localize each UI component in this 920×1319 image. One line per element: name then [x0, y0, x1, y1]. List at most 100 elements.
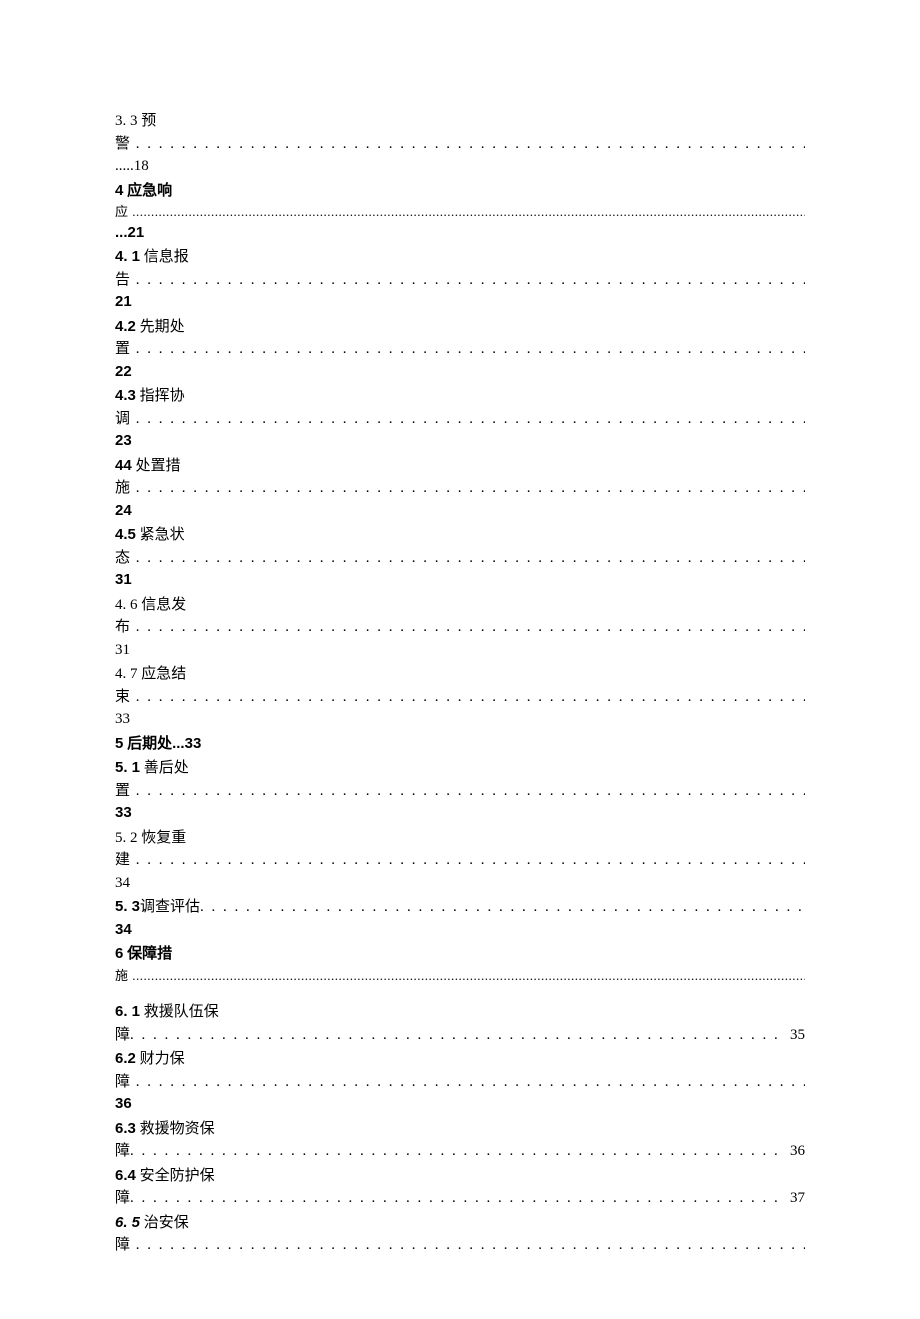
toc-entry-header: 4.3 指挥协 [115, 385, 805, 408]
toc-title: 应急响 [127, 182, 172, 199]
toc-leader-line: 施 ......................................… [115, 966, 805, 986]
toc-title-tail: 施 [115, 968, 129, 983]
toc-entry: 44 处置措施 . . . . . . . . . . . . . . . . … [115, 455, 805, 523]
toc-title: 处置措 [135, 458, 180, 474]
toc-page-number: 24 [115, 500, 805, 523]
toc-page-number: 33 [115, 802, 805, 825]
toc-title: 预 [141, 113, 156, 129]
toc-title: 后期处...33 [127, 735, 201, 752]
toc-entry: 6. 5 治安保障 . . . . . . . . . . . . . . . … [115, 1212, 805, 1257]
toc-entry-header: 6. 5 治安保 [115, 1212, 805, 1235]
toc-number: 6.4 [115, 1167, 136, 1184]
toc-title-tail: 障 [115, 1024, 130, 1047]
toc-entry-header: 5. 2 恢复重 [115, 827, 805, 850]
toc-page-number: ...21 [115, 222, 805, 245]
toc-page-number: 31 [115, 569, 805, 592]
toc-leader-dots: . . . . . . . . . . . . . . . . . . . . … [130, 411, 805, 427]
toc-leader-dots: ........................................… [129, 968, 805, 983]
toc-leader-line: 障 . . . . . . . . . . . . . . . . . . . … [115, 1024, 805, 1047]
toc-number: 4. 6 [115, 597, 138, 613]
toc-title-tail: 告 [115, 272, 130, 288]
toc-leader-dots: . . . . . . . . . . . . . . . . . . . . … [130, 783, 805, 799]
toc-number: 44 [115, 457, 132, 474]
toc-entry-header: 5. 3 调查评估. . . . . . . . . . . . . . . .… [115, 896, 805, 919]
toc-leader-line: 施 . . . . . . . . . . . . . . . . . . . … [115, 477, 805, 500]
toc-entry: 6.4 安全防护保障 . . . . . . . . . . . . . . .… [115, 1165, 805, 1210]
toc-page-number: 37 [786, 1187, 805, 1210]
toc-entry: 4.5 紧急状态 . . . . . . . . . . . . . . . .… [115, 524, 805, 592]
toc-title-tail: 态 [115, 550, 130, 566]
toc-leader-line: 告 . . . . . . . . . . . . . . . . . . . … [115, 269, 805, 292]
toc-title: 应急结 [141, 666, 186, 682]
toc-entry: 6 保障措施 .................................… [115, 943, 805, 999]
toc-title: 保障措 [127, 945, 172, 962]
toc-number: 5. 1 [115, 759, 140, 776]
toc-leader-dots: . . . . . . . . . . . . . . . . . . . . … [130, 480, 805, 496]
toc-title: 救援物资保 [140, 1121, 215, 1137]
toc-number: 4 [115, 182, 123, 199]
toc-entry: 5. 3 调查评估. . . . . . . . . . . . . . . .… [115, 896, 805, 941]
toc-leader-dots: . . . . . . . . . . . . . . . . . . . . … [130, 272, 805, 288]
toc-title-tail: 置 [115, 783, 130, 799]
toc-title-tail: 障 [115, 1074, 130, 1090]
toc-page-number: 22 [115, 361, 805, 384]
toc-entry: 4. 1 信息报告 . . . . . . . . . . . . . . . … [115, 246, 805, 314]
toc-leader-dots: . . . . . . . . . . . . . . . . . . . . … [130, 550, 805, 566]
toc-entry-header: 4. 1 信息报 [115, 246, 805, 269]
toc-entry-header: 6 保障措 [115, 943, 805, 966]
toc-number: 4. 1 [115, 248, 140, 265]
toc-page-number: 31 [115, 639, 805, 662]
toc-entry: 5. 2 恢复重建 . . . . . . . . . . . . . . . … [115, 827, 805, 895]
toc-leader-line: 调 . . . . . . . . . . . . . . . . . . . … [115, 408, 805, 431]
toc-entry-header: 4.2 先期处 [115, 316, 805, 339]
toc-title-tail: 建 [115, 852, 130, 868]
toc-title: 财力保 [140, 1051, 185, 1067]
toc-leader-dots: . . . . . . . . . . . . . . . . . . . . … [130, 689, 805, 705]
toc-number: 4.3 [115, 387, 136, 404]
toc-entry-header: 4 应急响 [115, 180, 805, 203]
toc-number: 6 [115, 945, 123, 962]
toc-page-number: 34 [115, 872, 805, 895]
toc-entry: 6.3 救援物资保障 . . . . . . . . . . . . . . .… [115, 1118, 805, 1163]
toc-entry: 4. 7 应急结束 . . . . . . . . . . . . . . . … [115, 663, 805, 731]
toc-title-tail: 布 [115, 619, 130, 635]
toc-leader-line: 警 . . . . . . . . . . . . . . . . . . . … [115, 133, 805, 156]
toc-leader-line: 应 ......................................… [115, 202, 805, 222]
toc-leader-line: 态 . . . . . . . . . . . . . . . . . . . … [115, 547, 805, 570]
toc-entry: 6.2 财力保障 . . . . . . . . . . . . . . . .… [115, 1048, 805, 1116]
toc-entry-header: 4. 6 信息发 [115, 594, 805, 617]
toc-page-number: 35 [786, 1024, 805, 1047]
toc-entry-header: 4. 7 应急结 [115, 663, 805, 686]
toc-leader-dots: . . . . . . . . . . . . . . . . . . . . … [130, 1024, 786, 1047]
toc-page-number: 36 [115, 1093, 805, 1116]
toc-title: 紧急状 [140, 527, 185, 543]
toc-leader-dots: . . . . . . . . . . . . . . . . . . . . … [130, 341, 805, 357]
toc-leader-line: 置 . . . . . . . . . . . . . . . . . . . … [115, 780, 805, 803]
toc-title-tail: 障 [115, 1237, 130, 1253]
toc-entry-header: 6.2 财力保 [115, 1048, 805, 1071]
toc-title-tail: 施 [115, 480, 130, 496]
toc-entry-header: 5 后期处...33 [115, 733, 805, 756]
toc-number: 6.3 [115, 1120, 136, 1137]
toc-leader-dots: ........................................… [129, 204, 805, 219]
toc-entry: 5 后期处...33 [115, 733, 805, 756]
toc-leader-dots: . . . . . . . . . . . . . . . . . . . . … [130, 1187, 786, 1210]
toc-title: 先期处 [140, 319, 185, 335]
toc-leader-line: 障 . . . . . . . . . . . . . . . . . . . … [115, 1071, 805, 1094]
toc-page-number: 34 [115, 919, 805, 942]
toc-title: 调查评估 [140, 896, 200, 919]
toc-title-tail: 调 [115, 411, 130, 427]
toc-title: 信息报 [144, 249, 189, 265]
toc-leader-line: 障 . . . . . . . . . . . . . . . . . . . … [115, 1234, 805, 1257]
blank-spacer [115, 985, 805, 999]
toc-number: 6. 5 [115, 1214, 140, 1231]
toc-leader-line: 束 . . . . . . . . . . . . . . . . . . . … [115, 686, 805, 709]
toc-leader-dots: . . . . . . . . . . . . . . . . . . . . … [130, 619, 805, 635]
toc-number: 4. 7 [115, 666, 138, 682]
toc-number: 5. 3 [115, 896, 140, 919]
toc-title-tail: 应 [115, 204, 129, 219]
toc-title: 信息发 [141, 597, 186, 613]
toc-leader-dots: . . . . . . . . . . . . . . . . . . . . … [130, 1237, 805, 1253]
toc-leader-line: 置 . . . . . . . . . . . . . . . . . . . … [115, 338, 805, 361]
toc-entry: 6. 1 救援队伍保障 . . . . . . . . . . . . . . … [115, 1001, 805, 1046]
